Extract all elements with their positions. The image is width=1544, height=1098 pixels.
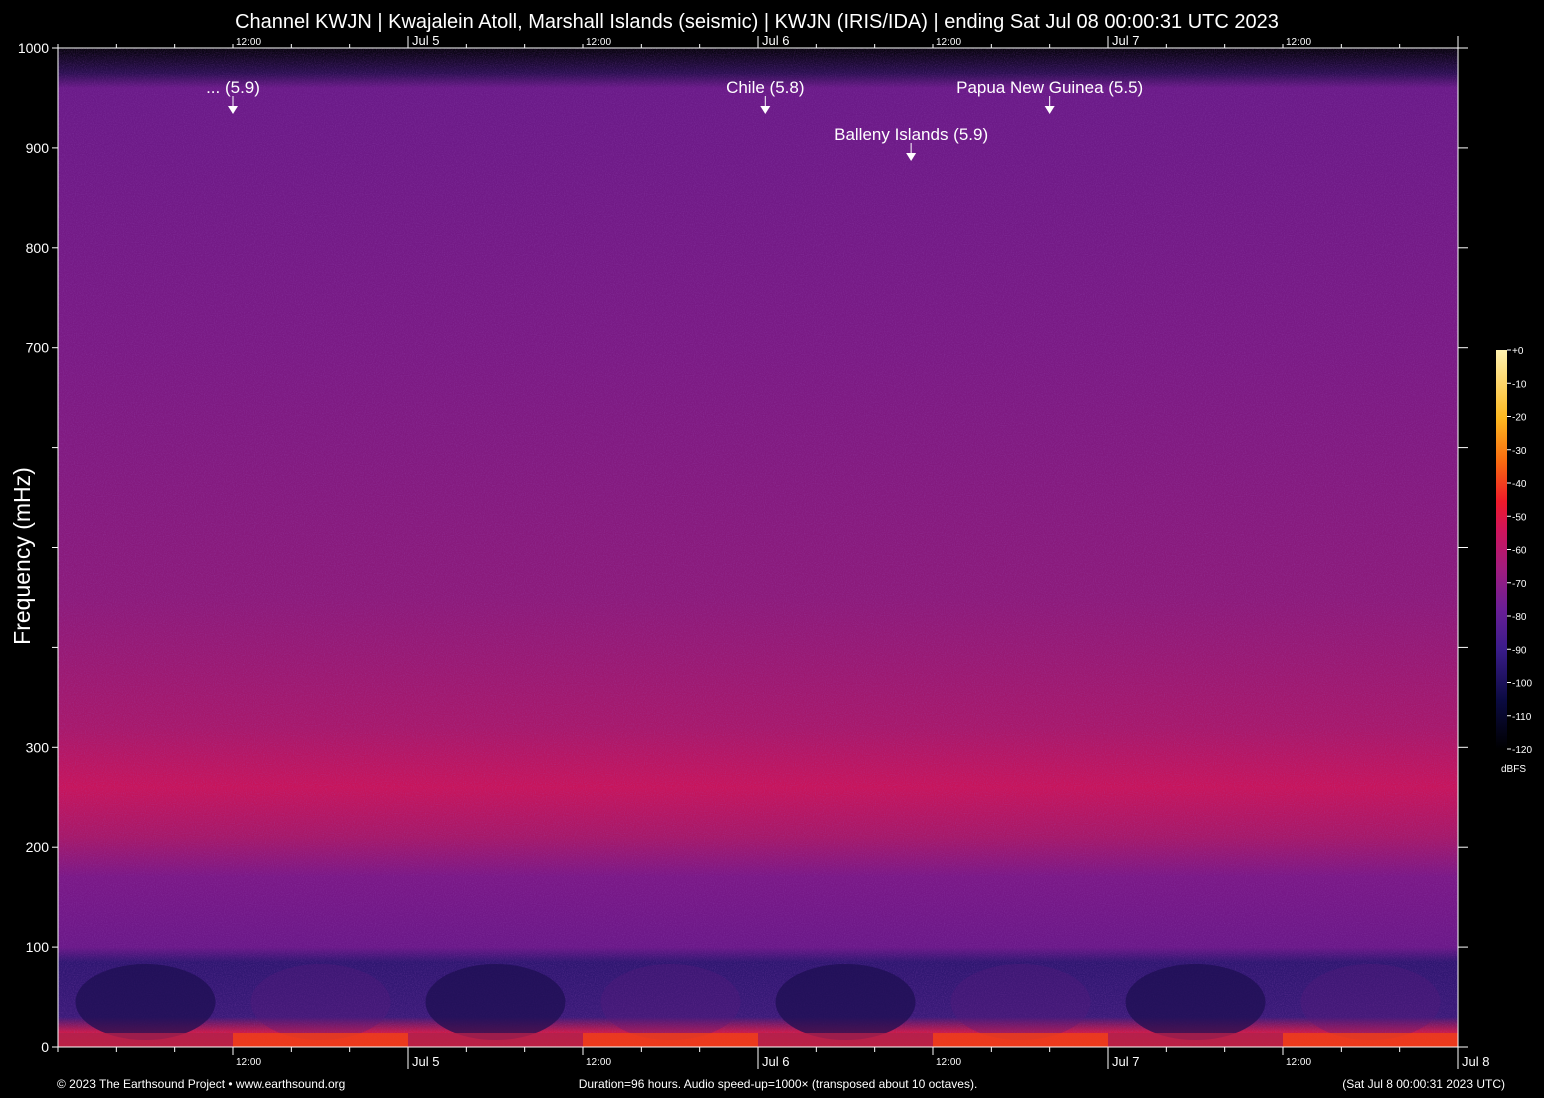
colorbar-tick-label: -10 [1512, 379, 1527, 390]
diurnal-band [600, 964, 741, 1041]
y-tick-label: 100 [26, 939, 50, 955]
colorbar-tick-label: -50 [1512, 512, 1527, 523]
x-minor-tick-label-top: 12:00 [586, 37, 611, 48]
event-label: Balleny Islands (5.9) [834, 125, 988, 144]
x-major-tick-label: Jul 6 [762, 1054, 789, 1069]
x-minor-tick-label-top: 12:00 [236, 37, 261, 48]
spectrogram-figure: Channel KWJN | Kwajalein Atoll, Marshall… [9, 11, 1532, 1091]
y-tick-label: 900 [26, 140, 50, 156]
plot-area [57, 47, 1459, 1048]
y-tick-label: 1000 [18, 40, 49, 56]
colorbar-tick-label: -70 [1512, 579, 1527, 590]
y-tick-label: 0 [41, 1039, 49, 1055]
base-energy-band [58, 1033, 233, 1047]
footer-timestamp: (Sat Jul 8 00:00:31 2023 UTC) [1342, 1077, 1505, 1091]
y-tick-label: 200 [26, 839, 50, 855]
base-energy-band [933, 1033, 1108, 1047]
colorbar-tick-label: -60 [1512, 546, 1527, 557]
x-minor-tick-label-top: 12:00 [1286, 37, 1311, 48]
x-minor-tick-label: 12:00 [236, 1057, 261, 1068]
colorbar-tick-label: -120 [1512, 745, 1532, 756]
base-energy-band [408, 1033, 583, 1047]
colorbar-tick-label: -90 [1512, 645, 1527, 656]
diurnal-band [950, 964, 1091, 1041]
footer-copyright[interactable]: © 2023 The Earthsound Project • www.eart… [57, 1077, 345, 1091]
x-major-tick-label-top: Jul 6 [762, 33, 789, 48]
y-axis-label: Frequency (mHz) [9, 467, 35, 645]
x-major-tick-label-top: Jul 5 [412, 33, 439, 48]
colorbar-gradient [1496, 350, 1507, 749]
diurnal-band [425, 964, 566, 1041]
colorbar-tick-label: -20 [1512, 413, 1527, 424]
colorbar-tick-label: -110 [1512, 712, 1532, 723]
x-minor-tick-label: 12:00 [1286, 1057, 1311, 1068]
x-major-tick-label: Jul 8 [1462, 1054, 1489, 1069]
base-energy-band [1108, 1033, 1283, 1047]
y-tick-label: 800 [26, 240, 50, 256]
base-energy-band [758, 1033, 933, 1047]
colorbar-tick-label: +0 [1512, 346, 1524, 357]
footer-duration: Duration=96 hours. Audio speed-up=1000× … [579, 1077, 978, 1091]
y-tick-label: 700 [26, 340, 50, 356]
colorbar: +0 -10 -20 -30 -40 -50 -60 -70 -80 -90 -100 -110 -12… [1496, 346, 1532, 775]
base-energy-band [233, 1033, 408, 1047]
colorbar-tick-label: -30 [1512, 446, 1527, 457]
event-label: Papua New Guinea (5.5) [956, 78, 1143, 97]
diurnal-band [250, 964, 391, 1041]
x-major-tick-label: Jul 5 [412, 1054, 439, 1069]
event-label: ... (5.9) [206, 78, 260, 97]
x-minor-tick-label: 12:00 [586, 1057, 611, 1068]
spectrogram-noise [58, 48, 1458, 1047]
x-minor-tick-label-top: 12:00 [936, 37, 961, 48]
base-energy-band [1283, 1033, 1458, 1047]
colorbar-unit: dBFS [1501, 764, 1526, 775]
diurnal-band [775, 964, 916, 1041]
x-major-tick-label-top: Jul 7 [1112, 33, 1139, 48]
diurnal-band [75, 964, 216, 1041]
x-major-tick-label: Jul 7 [1112, 1054, 1139, 1069]
colorbar-tick-label: -100 [1512, 679, 1532, 690]
event-label: Chile (5.8) [726, 78, 804, 97]
chart-title: Channel KWJN | Kwajalein Atoll, Marshall… [235, 11, 1279, 33]
colorbar-tick-label: -40 [1512, 479, 1527, 490]
x-minor-tick-label: 12:00 [936, 1057, 961, 1068]
diurnal-band [1300, 964, 1441, 1041]
y-tick-label: 300 [26, 739, 50, 755]
colorbar-tick-label: -80 [1512, 612, 1527, 623]
diurnal-band [1125, 964, 1266, 1041]
base-energy-band [583, 1033, 758, 1047]
